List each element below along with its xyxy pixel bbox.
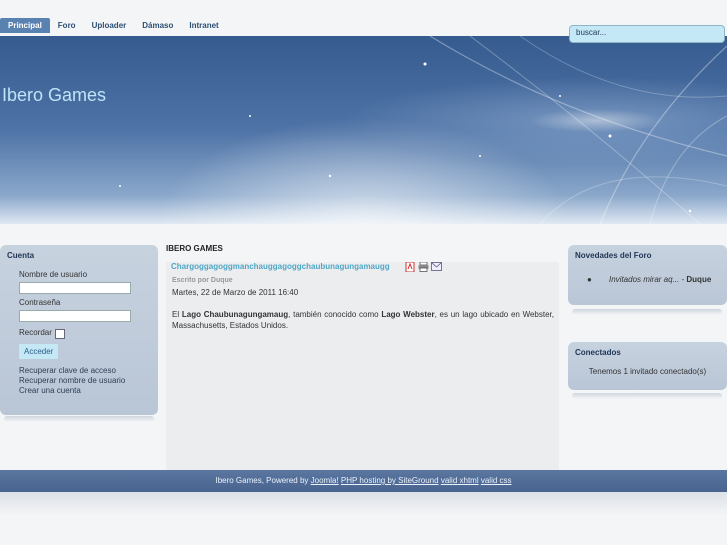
nav-item-foro[interactable]: Foro [50, 18, 84, 33]
password-field[interactable] [19, 310, 131, 322]
login-title: Cuenta [7, 251, 35, 260]
online-title: Conectados [575, 348, 621, 357]
forgot-password-link[interactable]: Recuperar clave de acceso [19, 366, 116, 375]
forum-item-link[interactable]: Invitados mirar aq... [609, 275, 679, 284]
nav-item-intranet[interactable]: Intranet [181, 18, 226, 33]
header-banner: Ibero Games [0, 36, 727, 224]
forum-shadow [572, 309, 722, 315]
article-body: El Lago Chaubunagungamaug, también conoc… [172, 309, 554, 331]
username-label: Nombre de usuario [19, 270, 88, 279]
body-bold-2: Lago Webster [381, 310, 435, 319]
forum-news-item[interactable]: Invitados mirar aq... - Duque [609, 275, 711, 284]
forgot-username-link[interactable]: Recuperar nombre de usuario [19, 376, 125, 385]
article-author: Escrito por Duque [172, 277, 233, 284]
bullet-icon: ● [587, 275, 592, 284]
main-content: IBERO GAMES [166, 242, 559, 255]
footer-link-xhtml[interactable]: valid xhtml [441, 476, 479, 485]
footer-shadow [0, 492, 727, 516]
forum-item-separator: - [681, 275, 685, 284]
body-text-1: El [172, 310, 180, 319]
forum-item-author: Duque [686, 275, 712, 284]
footer-link-hosting[interactable]: PHP hosting by SiteGround [341, 476, 439, 485]
remember-checkbox[interactable] [55, 329, 65, 339]
nav-item-principal[interactable]: Principal [0, 17, 50, 33]
login-module: Cuenta Nombre de usuario Contraseña Reco… [0, 245, 158, 415]
footer-link-joomla[interactable]: Joomla! [311, 476, 339, 485]
nav-item-uploader[interactable]: Uploader [84, 18, 135, 33]
username-field[interactable] [19, 282, 131, 294]
banner-decoration [119, 36, 727, 224]
footer: Ibero Games, Powered by Joomla! PHP host… [0, 470, 727, 492]
footer-link-css[interactable]: valid css [481, 476, 512, 485]
article-date: Martes, 22 de Marzo de 2011 16:40 [172, 288, 299, 297]
body-text-2: , también conocido como [288, 310, 379, 319]
page-heading: IBERO GAMES [166, 244, 223, 253]
article-actions [405, 261, 442, 273]
forum-news-module: Novedades del Foro ● Invitados mirar aq.… [568, 245, 727, 305]
article-title[interactable]: Chargoggagoggmanchauggagoggchaubunagunga… [171, 262, 390, 271]
email-icon[interactable] [431, 262, 442, 271]
remember-label: Recordar [19, 328, 52, 337]
register-link[interactable]: Crear una cuenta [19, 386, 81, 395]
login-button[interactable]: Acceder [19, 344, 59, 359]
print-icon[interactable] [418, 261, 429, 272]
nav-item-damaso[interactable]: Dámaso [134, 18, 181, 33]
search-input[interactable]: buscar... [569, 25, 725, 43]
footer-text: Ibero Games, Powered by [215, 476, 309, 485]
password-label: Contraseña [19, 298, 61, 307]
login-shadow [4, 416, 154, 422]
online-count: Tenemos 1 invitado conectado(s) [588, 367, 707, 376]
online-module: Conectados Tenemos 1 invitado conectado(… [568, 342, 727, 390]
online-shadow [572, 393, 722, 399]
forum-news-title: Novedades del Foro [575, 251, 652, 260]
pdf-icon[interactable] [405, 261, 415, 273]
body-bold-1: Lago Chaubunagungamaug [181, 310, 289, 319]
site-title: Ibero Games [2, 85, 107, 105]
